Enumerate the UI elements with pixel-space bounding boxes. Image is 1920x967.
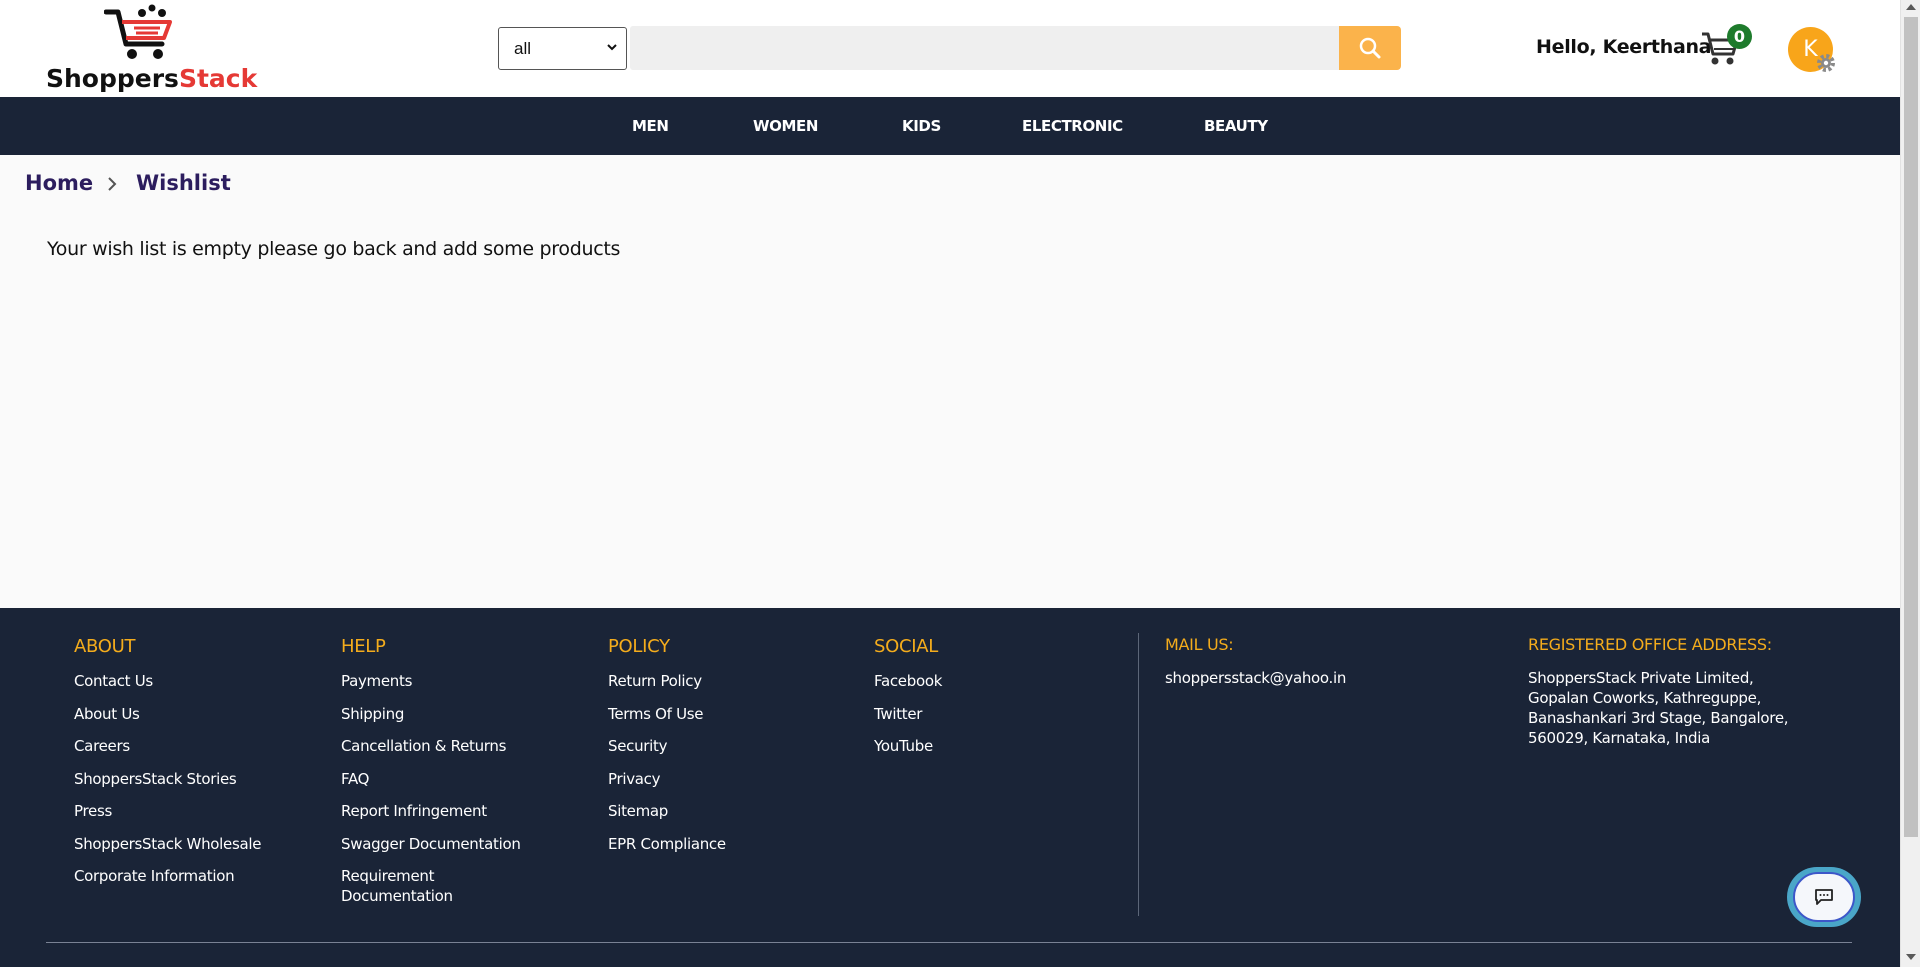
search-button[interactable] <box>1339 26 1401 70</box>
footer-link-sitemap[interactable]: Sitemap <box>608 801 726 821</box>
category-nav: MEN WOMEN KIDS ELECTRONIC BEAUTY <box>0 97 1900 155</box>
footer-address-text: ShoppersStack Private Limited, Gopalan C… <box>1528 669 1789 747</box>
page: ShoppersStack all Hello, Keerthana 0 K M… <box>0 0 1900 967</box>
footer-link-faq[interactable]: FAQ <box>341 769 521 789</box>
nav-item-kids[interactable]: KIDS <box>902 97 941 155</box>
footer-address: REGISTERED OFFICE ADDRESS: ShoppersStack… <box>1528 635 1818 748</box>
breadcrumb-current: Wishlist <box>136 171 231 195</box>
nav-item-electronic[interactable]: ELECTRONIC <box>1022 97 1123 155</box>
search-icon <box>1359 37 1381 59</box>
chevron-down-icon <box>606 28 618 84</box>
footer-link-privacy[interactable]: Privacy <box>608 769 726 789</box>
scroll-up-arrow-icon[interactable] <box>1906 4 1916 10</box>
footer-link-requirement-docs[interactable]: Requirement Documentation <box>341 866 521 906</box>
nav-item-beauty[interactable]: BEAUTY <box>1204 97 1268 155</box>
footer-link-shipping[interactable]: Shipping <box>341 704 521 724</box>
footer-link-youtube[interactable]: YouTube <box>874 736 942 756</box>
footer-link-twitter[interactable]: Twitter <box>874 704 942 724</box>
logo[interactable]: ShoppersStack <box>44 4 257 93</box>
footer-about: ABOUT Contact Us About Us Careers Shoppe… <box>74 636 261 899</box>
footer-mail-heading: MAIL US: <box>1165 635 1234 654</box>
footer-link-facebook[interactable]: Facebook <box>874 671 942 691</box>
footer-policy-heading: POLICY <box>608 636 670 657</box>
footer-link-report-infringement[interactable]: Report Infringement <box>341 801 521 821</box>
nav-item-women[interactable]: WOMEN <box>753 97 818 155</box>
search-input[interactable] <box>630 26 1340 70</box>
footer: ABOUT Contact Us About Us Careers Shoppe… <box>0 608 1900 967</box>
footer-email-link[interactable]: shoppersstack@yahoo.in <box>1165 668 1346 688</box>
footer-link-return-policy[interactable]: Return Policy <box>608 671 726 691</box>
category-select-value: all <box>514 39 532 58</box>
chevron-right-icon <box>108 177 117 191</box>
footer-link-epr[interactable]: EPR Compliance <box>608 834 726 854</box>
footer-link-corporate-info[interactable]: Corporate Information <box>74 866 261 886</box>
header: ShoppersStack all Hello, Keerthana 0 K <box>0 0 1900 97</box>
footer-link-cancellation[interactable]: Cancellation & Returns <box>341 736 521 756</box>
footer-link-contact-us[interactable]: Contact Us <box>74 671 261 691</box>
footer-link-press[interactable]: Press <box>74 801 261 821</box>
chat-icon <box>1815 889 1833 905</box>
footer-link-careers[interactable]: Careers <box>74 736 261 756</box>
brand-name-part1: Shoppers <box>46 64 179 93</box>
chat-button-inner <box>1793 872 1855 922</box>
footer-address-heading: REGISTERED OFFICE ADDRESS: <box>1528 635 1772 654</box>
footer-help: HELP Payments Shipping Cancellation & Re… <box>341 636 521 919</box>
user-greeting: Hello, Keerthana <box>1536 36 1712 58</box>
footer-policy: POLICY Return Policy Terms Of Use Securi… <box>608 636 726 866</box>
footer-social-heading: SOCIAL <box>874 636 939 657</box>
footer-social: SOCIAL Facebook Twitter YouTube <box>874 636 942 769</box>
footer-divider <box>1138 633 1139 916</box>
empty-wishlist-message: Your wish list is empty please go back a… <box>47 238 621 260</box>
nav-item-men[interactable]: MEN <box>632 97 669 155</box>
breadcrumb-home[interactable]: Home <box>25 171 93 195</box>
footer-link-swagger-docs[interactable]: Swagger Documentation <box>341 834 521 854</box>
category-select[interactable]: all <box>498 27 627 70</box>
footer-link-security[interactable]: Security <box>608 736 726 756</box>
footer-separator <box>46 942 1852 943</box>
scrollbar-thumb[interactable] <box>1904 17 1918 837</box>
footer-about-heading: ABOUT <box>74 636 136 657</box>
cart-logo-icon <box>104 4 172 59</box>
footer-link-about-us[interactable]: About Us <box>74 704 261 724</box>
footer-link-payments[interactable]: Payments <box>341 671 521 691</box>
footer-link-stories[interactable]: ShoppersStack Stories <box>74 769 261 789</box>
brand-name-part2: Stack <box>178 64 258 93</box>
footer-link-terms[interactable]: Terms Of Use <box>608 704 726 724</box>
cart-count-badge: 0 <box>1727 24 1752 49</box>
chat-button[interactable] <box>1787 867 1861 927</box>
vertical-scrollbar[interactable] <box>1900 0 1920 967</box>
gear-icon[interactable] <box>1815 52 1837 74</box>
footer-mail: MAIL US: shoppersstack@yahoo.in <box>1165 635 1346 688</box>
scroll-down-arrow-icon[interactable] <box>1906 954 1916 960</box>
footer-help-heading: HELP <box>341 636 386 657</box>
footer-link-wholesale[interactable]: ShoppersStack Wholesale <box>74 834 261 854</box>
brand-name: ShoppersStack <box>46 64 257 93</box>
